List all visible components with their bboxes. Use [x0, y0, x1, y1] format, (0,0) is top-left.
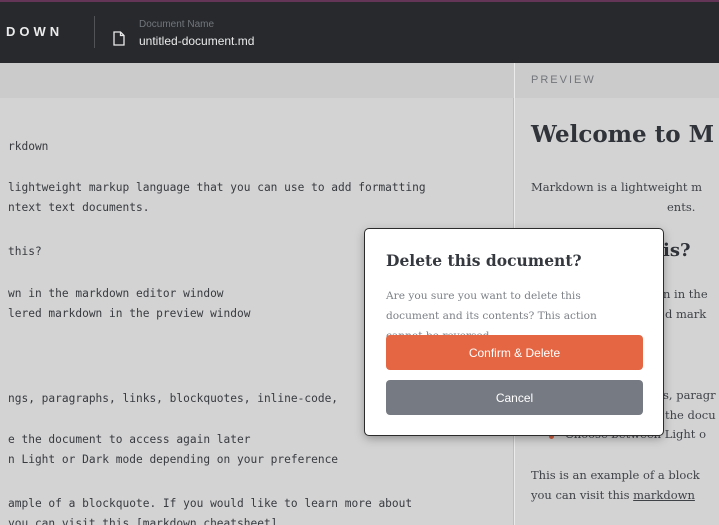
dialog-title: Delete this document? [386, 251, 582, 270]
delete-dialog: Delete this document? Are you sure you w… [365, 229, 663, 435]
cancel-button[interactable]: Cancel [386, 380, 643, 415]
confirm-delete-button[interactable]: Confirm & Delete [386, 335, 643, 370]
